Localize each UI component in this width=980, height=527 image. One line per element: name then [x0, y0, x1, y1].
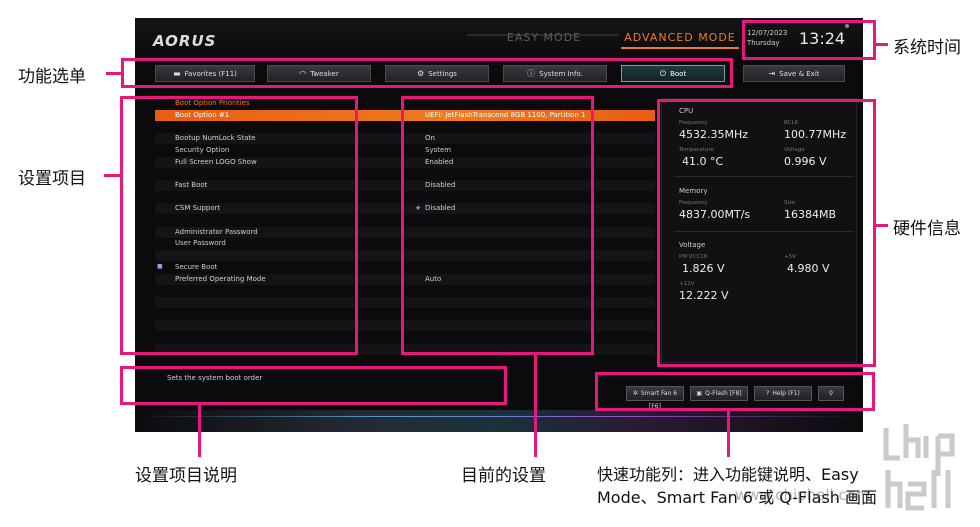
- leader-line: [876, 224, 888, 227]
- callout-system-time: 系统时间: [893, 38, 961, 58]
- callout-box-menu: [121, 58, 733, 88]
- exit-icon: ⇥: [768, 69, 776, 78]
- easy-mode-button[interactable]: EASY MODE: [485, 27, 603, 49]
- advanced-mode-button[interactable]: ADVANCED MODE: [621, 27, 739, 49]
- watermark-url: www.chiphell.com: [735, 486, 871, 504]
- chiphell-watermark-logo: [883, 424, 955, 511]
- callout-box-setting-items: [120, 96, 358, 355]
- callout-menu: 功能选单: [18, 67, 86, 87]
- leader-line: [876, 43, 888, 46]
- aorus-logo: AORUS: [153, 32, 217, 50]
- footer-decoration: [135, 410, 863, 432]
- callout-quick-bar-line1: 快速功能列：进入功能键说明、Easy: [597, 465, 859, 484]
- callout-box-hardware: [657, 99, 876, 367]
- tab-save-exit[interactable]: ⇥ Save & Exit: [743, 65, 845, 82]
- callout-setting-items: 设置项目: [18, 169, 86, 189]
- leader-line: [198, 405, 201, 457]
- leader-line: [104, 174, 120, 177]
- callout-box-system-time: [742, 20, 876, 60]
- callout-item-desc: 设置项目说明: [135, 466, 237, 486]
- callout-box-current-setting: [401, 96, 594, 355]
- footer-light-line: [135, 416, 863, 417]
- leader-line: [106, 72, 121, 75]
- leader-line: [534, 355, 537, 457]
- leader-line: [727, 411, 730, 457]
- callout-box-item-desc: [120, 366, 507, 405]
- callout-box-quick-bar: [595, 372, 875, 411]
- callout-current-setting: 目前的设置: [461, 466, 546, 486]
- callout-hardware: 硬件信息: [893, 219, 961, 239]
